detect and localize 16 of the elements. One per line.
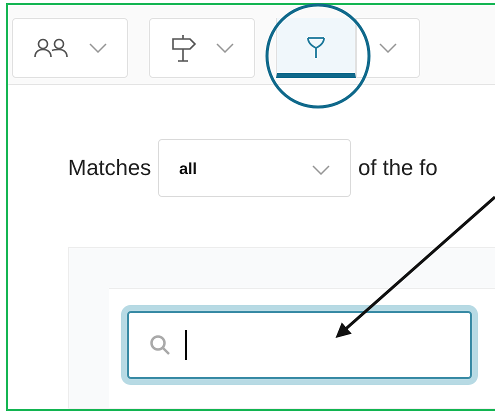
caret-icon (216, 43, 234, 53)
condition-text: of the fo (358, 155, 438, 181)
toolbar-button[interactable] (276, 18, 356, 78)
text-cursor (185, 330, 187, 360)
toolbar-button[interactable] (12, 18, 128, 78)
toolbar-button[interactable] (149, 18, 255, 78)
signpost-icon (170, 33, 198, 63)
caret-icon (379, 43, 397, 53)
filter-icon (306, 36, 326, 60)
dropdown-button[interactable] (356, 18, 420, 78)
caret-icon (89, 43, 107, 53)
match-dropdown[interactable]: all (158, 139, 352, 197)
people-icon (33, 38, 71, 58)
matches-label: Matches (68, 155, 152, 181)
search-icon (149, 334, 171, 356)
caret-icon (312, 165, 330, 175)
